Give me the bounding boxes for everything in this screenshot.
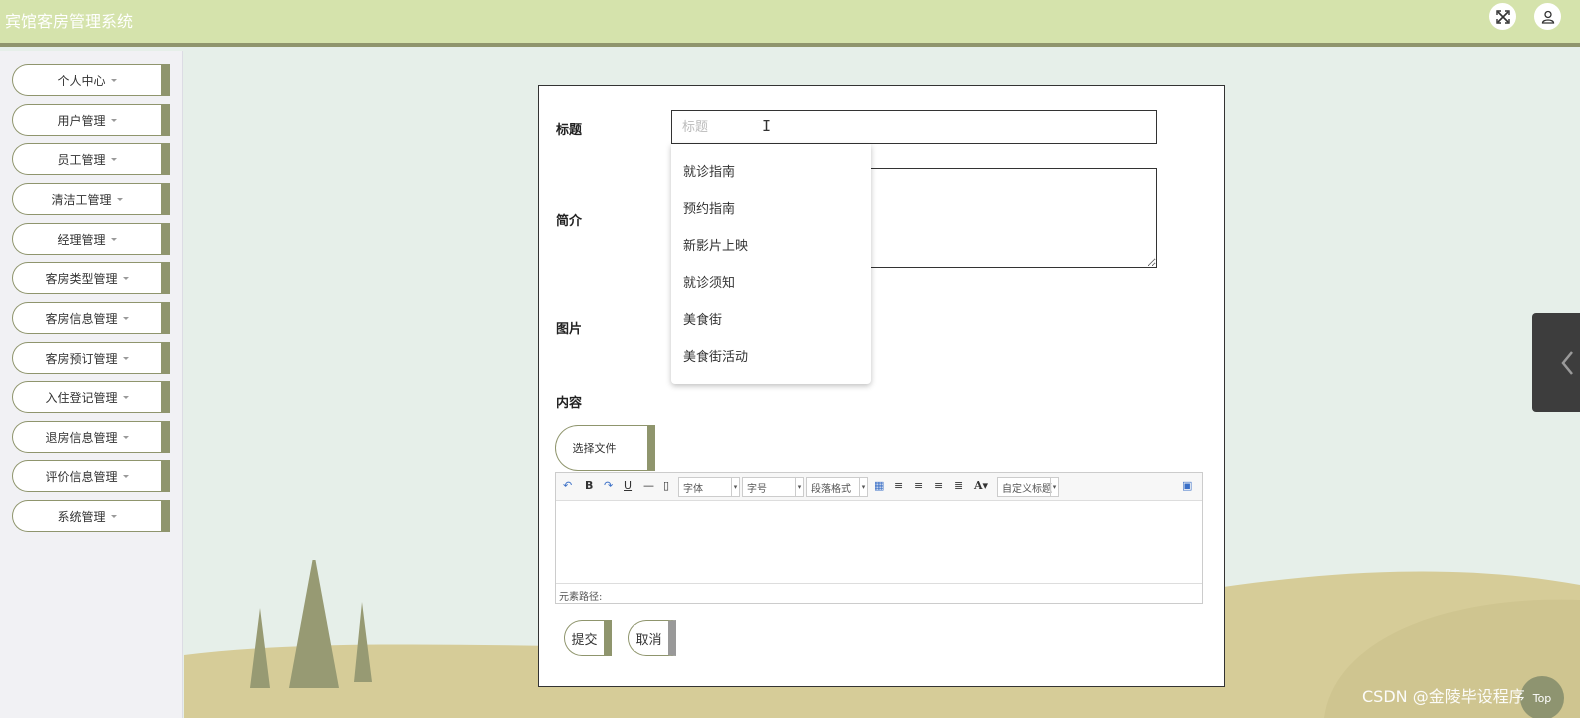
underline-icon[interactable]: U [624, 479, 632, 492]
dropdown-arrow-icon: ▾ [859, 478, 867, 496]
font-size-select[interactable]: 字号 ▾ [742, 477, 804, 497]
caret-down-icon [122, 395, 129, 399]
custom-title-select[interactable]: 自定义标题 ▾ [997, 477, 1059, 497]
caret-down-icon [122, 316, 129, 320]
editor-toolbar: ↶ B ↷ U — ▯ 字体 ▾ 字号 ▾ 段落格式 ▾ ▦ ≡ ≡ ≡ ≣ A▾ 自… [556, 473, 1202, 501]
content-label: 内容 [556, 396, 583, 411]
tree-icon [354, 602, 372, 682]
choose-file-button[interactable]: 选择文件 [555, 425, 655, 471]
undo-icon[interactable]: ↶ [563, 479, 572, 492]
bold-icon[interactable]: B [585, 479, 593, 492]
sidebar-item-reviews[interactable]: 评价信息管理 [12, 460, 170, 492]
dropdown-arrow-icon: ▾ [731, 478, 739, 496]
redo-icon[interactable]: ↷ [604, 479, 613, 492]
sidebar-item-users[interactable]: 用户管理 [12, 104, 170, 136]
sidebar: 个人中心 用户管理 员工管理 清洁工管理 经理管理 客房类型管理 客房信息管理 … [0, 51, 183, 718]
sidebar-item-checkout[interactable]: 退房信息管理 [12, 421, 170, 453]
submit-button[interactable]: 提交 [564, 620, 612, 656]
app-title: 宾馆客房管理系统 [5, 12, 134, 31]
sidebar-item-personal-center[interactable]: 个人中心 [12, 64, 170, 96]
form-panel: 标题 I 简介 图片 内容 选择文件 ↶ B ↷ U — ▯ 字体▾ 字号▾ 段… [538, 85, 1225, 687]
caret-down-icon [110, 157, 117, 161]
fullscreen-button[interactable] [1489, 3, 1516, 30]
title-label: 标题 [556, 123, 583, 138]
caret-down-icon [122, 435, 129, 439]
user-icon [1541, 10, 1554, 24]
caret-down-icon [110, 78, 117, 82]
caret-down-icon [122, 474, 129, 478]
paragraph-format-select[interactable]: 段落格式 ▾ [806, 477, 868, 497]
dropdown-arrow-icon: ▾ [1050, 478, 1058, 496]
expand-icon [1495, 9, 1510, 24]
sidebar-item-room-booking[interactable]: 客房预订管理 [12, 342, 170, 374]
align-left-icon[interactable]: ≡ [894, 479, 903, 492]
autocomplete-option[interactable]: 就诊指南 [683, 161, 735, 180]
caret-down-icon [110, 514, 117, 518]
align-right-icon[interactable]: ≡ [914, 479, 923, 492]
sidebar-item-managers[interactable]: 经理管理 [12, 223, 170, 255]
cancel-button[interactable]: 取消 [628, 620, 676, 656]
sidebar-item-room-types[interactable]: 客房类型管理 [12, 262, 170, 294]
tree-icon [289, 560, 339, 688]
sidebar-item-checkin[interactable]: 入住登记管理 [12, 381, 170, 413]
page-icon[interactable]: ▯ [663, 479, 669, 492]
table-icon[interactable]: ▦ [874, 479, 884, 492]
user-button[interactable] [1534, 3, 1561, 30]
top-header: 宾馆客房管理系统 [0, 0, 1580, 47]
sidebar-item-cleaners[interactable]: 清洁工管理 [12, 183, 170, 215]
font-family-select[interactable]: 字体 ▾ [678, 477, 740, 497]
editor-status-path: 元素路径: [556, 583, 1202, 603]
caret-down-icon [116, 197, 123, 201]
image-label: 图片 [556, 322, 583, 337]
sidebar-item-system[interactable]: 系统管理 [12, 500, 170, 532]
dropdown-arrow-icon: ▾ [795, 478, 803, 496]
caret-down-icon [122, 356, 129, 360]
source-view-icon[interactable]: ▣ [1182, 479, 1192, 492]
title-autocomplete-dropdown: 就诊指南 预约指南 新影片上映 就诊须知 美食街 美食街活动 [671, 144, 871, 384]
caret-down-icon [110, 237, 117, 241]
caret-down-icon [110, 118, 117, 122]
autocomplete-option[interactable]: 美食街活动 [683, 346, 748, 365]
horizontal-rule-icon[interactable]: — [643, 479, 654, 492]
align-justify-icon[interactable]: ≣ [954, 479, 963, 492]
sidebar-item-employees[interactable]: 员工管理 [12, 143, 170, 175]
summary-label: 简介 [556, 214, 583, 229]
autocomplete-option[interactable]: 就诊须知 [683, 272, 735, 291]
autocomplete-option[interactable]: 预约指南 [683, 198, 735, 217]
watermark: CSDN @金陵毕设程序 [1362, 687, 1525, 706]
autocomplete-option[interactable]: 新影片上映 [683, 235, 748, 254]
caret-down-icon [122, 276, 129, 280]
chevron-left-icon [1561, 350, 1573, 375]
autocomplete-option[interactable]: 美食街 [683, 309, 722, 328]
text-cursor-icon: I [762, 117, 772, 135]
sidebar-item-room-info[interactable]: 客房信息管理 [12, 302, 170, 334]
back-to-top-button[interactable]: Top [1520, 676, 1564, 718]
title-input[interactable] [671, 110, 1157, 144]
side-panel-toggle[interactable] [1532, 313, 1580, 412]
font-color-icon[interactable]: A▾ [974, 479, 988, 492]
rich-text-editor: ↶ B ↷ U — ▯ 字体 ▾ 字号 ▾ 段落格式 ▾ ▦ ≡ ≡ ≡ ≣ A▾ 自… [555, 472, 1203, 604]
align-center-icon[interactable]: ≡ [934, 479, 943, 492]
